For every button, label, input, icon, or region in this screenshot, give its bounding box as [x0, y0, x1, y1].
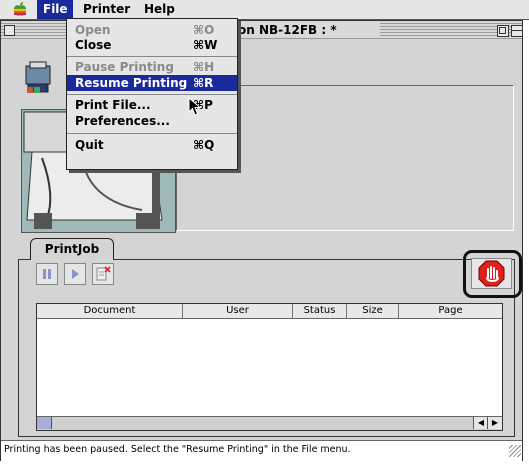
- resize-grip-icon[interactable]: [509, 445, 521, 457]
- menu-item-open[interactable]: Open ⌘O: [67, 22, 237, 38]
- column-header-user[interactable]: User: [183, 304, 293, 318]
- status-message: Printing has been paused. Select the "Re…: [4, 444, 351, 455]
- column-header-page[interactable]: Page: [399, 304, 502, 318]
- menu-bar: File Printer Help: [0, 0, 529, 20]
- printer-small-icon: [24, 60, 54, 94]
- collapse-box-icon[interactable]: [511, 25, 523, 37]
- play-icon: [72, 269, 79, 279]
- scroll-right-arrow-icon[interactable]: ▶: [487, 417, 502, 429]
- menu-item-close[interactable]: Close ⌘W: [67, 37, 237, 53]
- column-header-status[interactable]: Status: [293, 304, 347, 318]
- print-job-table[interactable]: [36, 303, 503, 431]
- menu-separator: [67, 56, 237, 57]
- mouse-pointer-icon: [188, 96, 202, 117]
- menu-item-preferences[interactable]: Preferences...: [67, 113, 237, 129]
- menu-printer[interactable]: Printer: [77, 0, 136, 19]
- resume-button[interactable]: [64, 263, 86, 285]
- stop-printing-button[interactable]: [471, 258, 512, 289]
- menu-item-pause-printing[interactable]: Pause Printing ⌘H: [67, 59, 237, 75]
- zoom-box-icon[interactable]: [497, 25, 509, 37]
- window-title: on NB-12FB : *: [238, 23, 337, 37]
- pause-button[interactable]: [36, 263, 58, 285]
- table-header: Document User Status Size Page: [37, 304, 502, 319]
- delete-job-button[interactable]: [92, 263, 114, 285]
- menu-item-print-file[interactable]: Print File... ⌘P: [67, 97, 237, 113]
- menu-item-resume-printing[interactable]: Resume Printing ⌘R: [67, 75, 237, 91]
- delete-document-icon: [96, 266, 111, 281]
- column-header-document[interactable]: Document: [37, 304, 183, 318]
- pause-icon: [43, 269, 51, 279]
- stop-hand-icon: [478, 260, 505, 287]
- scroll-thumb[interactable]: [37, 417, 52, 429]
- file-menu-dropdown: Open ⌘O Close ⌘W Pause Printing ⌘H Resume P…: [66, 18, 238, 170]
- menu-separator: [67, 94, 237, 95]
- menu-file[interactable]: File: [37, 0, 73, 19]
- column-header-size[interactable]: Size: [347, 304, 399, 318]
- horizontal-scrollbar[interactable]: ◀ ▶: [37, 416, 502, 430]
- apple-menu-icon[interactable]: [10, 1, 30, 18]
- scroll-left-arrow-icon[interactable]: ◀: [473, 417, 488, 429]
- menu-separator: [67, 133, 237, 134]
- tab-printjob[interactable]: PrintJob: [30, 238, 114, 260]
- close-box-icon[interactable]: [4, 25, 15, 36]
- menu-help[interactable]: Help: [138, 0, 181, 19]
- menu-item-quit[interactable]: Quit ⌘Q: [67, 137, 237, 153]
